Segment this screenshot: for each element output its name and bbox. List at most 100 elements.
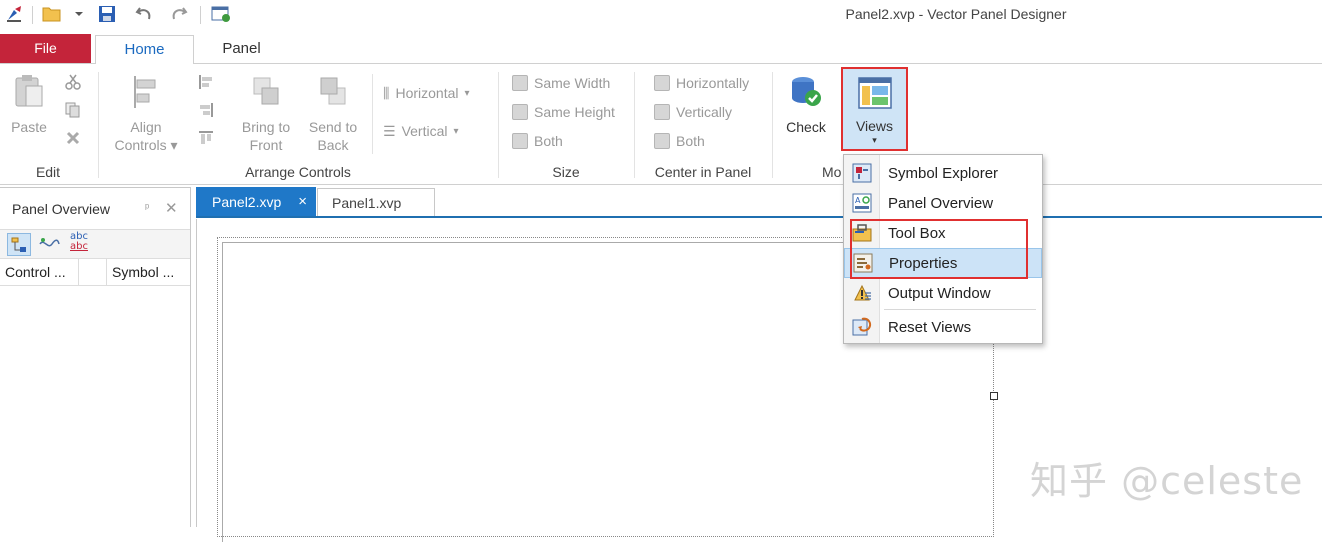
views-icon — [843, 77, 906, 113]
horizontal-spacing-icon: ⫼ — [383, 84, 390, 101]
align-left-icon — [108, 74, 184, 114]
align-left-small-icon[interactable] — [198, 74, 214, 93]
close-tab-icon[interactable]: × — [298, 193, 307, 210]
doc-tab-label: Panel1.xvp — [332, 194, 402, 211]
watermark: 知乎 @celeste — [1030, 459, 1304, 503]
ribbon: Paste Edit Align Controls ▾ Bring to Fro… — [0, 63, 1322, 185]
tab-file[interactable]: File — [0, 34, 91, 63]
menu-item-label: Panel Overview — [888, 194, 994, 212]
tree-view-icon[interactable] — [7, 233, 31, 256]
ribbon-tab-row — [0, 34, 1322, 63]
doc-tab-panel1[interactable]: Panel1.xvp — [317, 188, 435, 216]
center-both-icon — [654, 133, 670, 149]
bring-to-front-button[interactable]: Bring to Front — [236, 74, 296, 154]
cut-icon[interactable] — [65, 74, 81, 93]
send-to-back-button[interactable]: Send to Back — [303, 74, 363, 154]
check-button[interactable]: Check — [780, 74, 832, 136]
align-controls-label-2: Controls — [114, 137, 167, 153]
group-label-center: Center in Panel — [654, 164, 752, 180]
group-separator — [498, 72, 499, 178]
paste-button[interactable]: Paste — [6, 74, 52, 136]
paste-icon — [6, 74, 52, 114]
align-top-small-icon[interactable] — [198, 130, 214, 149]
same-width-label: Same Width — [534, 75, 611, 91]
check-label: Check — [786, 119, 826, 135]
same-size-both-button[interactable]: Both — [512, 130, 563, 152]
center-vertically-label: Vertically — [676, 104, 733, 120]
same-height-icon — [512, 104, 528, 120]
close-icon[interactable]: ✕ — [165, 199, 178, 217]
bring-to-front-label-1: Bring to — [241, 119, 291, 135]
panel-overview-icon: A — [851, 193, 873, 213]
horizontal-label: Horizontal — [395, 85, 459, 101]
reset-views-icon — [851, 317, 873, 337]
doc-tab-panel2[interactable]: Panel2.xvp × — [196, 187, 316, 216]
align-controls-button[interactable]: Align Controls ▾ — [108, 74, 184, 154]
chevron-down-icon: ▾ — [170, 137, 178, 153]
align-right-small-icon[interactable] — [198, 102, 214, 121]
group-label-size: Size — [552, 164, 580, 180]
menu-item-label: Reset Views — [888, 318, 972, 336]
send-to-back-icon — [303, 74, 363, 114]
group-label-arrange: Arrange Controls — [245, 164, 351, 180]
column-header-symbol[interactable]: Symbol ... — [112, 264, 174, 280]
column-divider — [78, 259, 79, 286]
tab-panel[interactable]: Panel — [200, 35, 283, 64]
tab-home[interactable]: Home — [95, 35, 194, 64]
group-inner-separator — [372, 74, 373, 154]
rename-text-icon[interactable]: abc abc — [70, 232, 88, 252]
send-to-back-label-1: Send to — [308, 119, 358, 135]
horizontal-spacing-button[interactable]: ⫼ Horizontal ▾ — [383, 82, 470, 104]
bring-to-front-label-2: Front — [249, 137, 283, 153]
column-divider — [106, 259, 107, 286]
same-height-button[interactable]: Same Height — [512, 101, 615, 123]
symbol-link-icon[interactable] — [38, 236, 60, 255]
menu-separator — [884, 309, 1036, 310]
group-label-edit: Edit — [35, 164, 61, 180]
same-size-both-label: Both — [534, 133, 563, 149]
center-horizontally-icon — [654, 75, 670, 91]
menu-item-output-window[interactable]: Output Window — [844, 278, 1042, 308]
delete-icon[interactable] — [65, 130, 81, 149]
pane-title: Panel Overview — [12, 201, 111, 217]
views-button[interactable]: Views ▾ — [841, 67, 908, 151]
chevron-down-icon: ▾ — [464, 87, 470, 99]
menu-item-symbol-explorer[interactable]: Symbol Explorer — [844, 158, 1042, 188]
highlight-box — [850, 219, 1028, 279]
pane-toolbar: abc abc — [0, 229, 190, 259]
center-both-label: Both — [676, 133, 705, 149]
vertical-label: Vertical — [401, 123, 448, 139]
menu-item-label: Output Window — [888, 284, 991, 302]
vertical-spacing-button[interactable]: ☰ Vertical ▾ — [383, 120, 459, 142]
chevron-down-icon: ▾ — [872, 135, 877, 145]
group-separator — [98, 72, 99, 178]
document-tab-strip: Panel2.xvp × Panel1.xvp — [196, 187, 1322, 218]
window-title: Panel2.xvp - Vector Panel Designer — [845, 6, 1067, 22]
menu-item-reset-views[interactable]: Reset Views — [844, 312, 1042, 342]
same-width-icon — [512, 75, 528, 91]
send-to-back-label-2: Back — [317, 137, 349, 153]
center-horizontally-button[interactable]: Horizontally — [654, 72, 749, 94]
menu-item-panel-overview[interactable]: A Panel Overview — [844, 188, 1042, 218]
same-width-button[interactable]: Same Width — [512, 72, 610, 94]
chevron-down-icon: ▾ — [453, 125, 459, 137]
output-window-icon — [851, 283, 873, 303]
panel-overview-pane: Panel Overview ᵖ ✕ abc abc Control ... S… — [0, 187, 191, 527]
center-vertically-button[interactable]: Vertically — [654, 101, 732, 123]
doc-tab-label: Panel2.xvp — [212, 193, 282, 210]
title-bar: Panel2.xvp - Vector Panel Designer — [0, 0, 1322, 30]
column-header-control[interactable]: Control ... — [5, 264, 66, 280]
copy-icon[interactable] — [65, 102, 81, 121]
svg-text:A: A — [855, 196, 861, 205]
resize-handle[interactable] — [990, 392, 998, 400]
vertical-spacing-icon: ☰ — [383, 122, 396, 139]
same-size-both-icon — [512, 133, 528, 149]
views-label: Views — [855, 118, 894, 134]
pin-icon[interactable]: ᵖ — [145, 202, 149, 214]
paste-label: Paste — [11, 119, 47, 135]
bring-to-front-icon — [236, 74, 296, 114]
center-vertically-icon — [654, 104, 670, 120]
check-icon — [780, 74, 832, 114]
center-both-button[interactable]: Both — [654, 130, 705, 152]
group-separator — [634, 72, 635, 178]
